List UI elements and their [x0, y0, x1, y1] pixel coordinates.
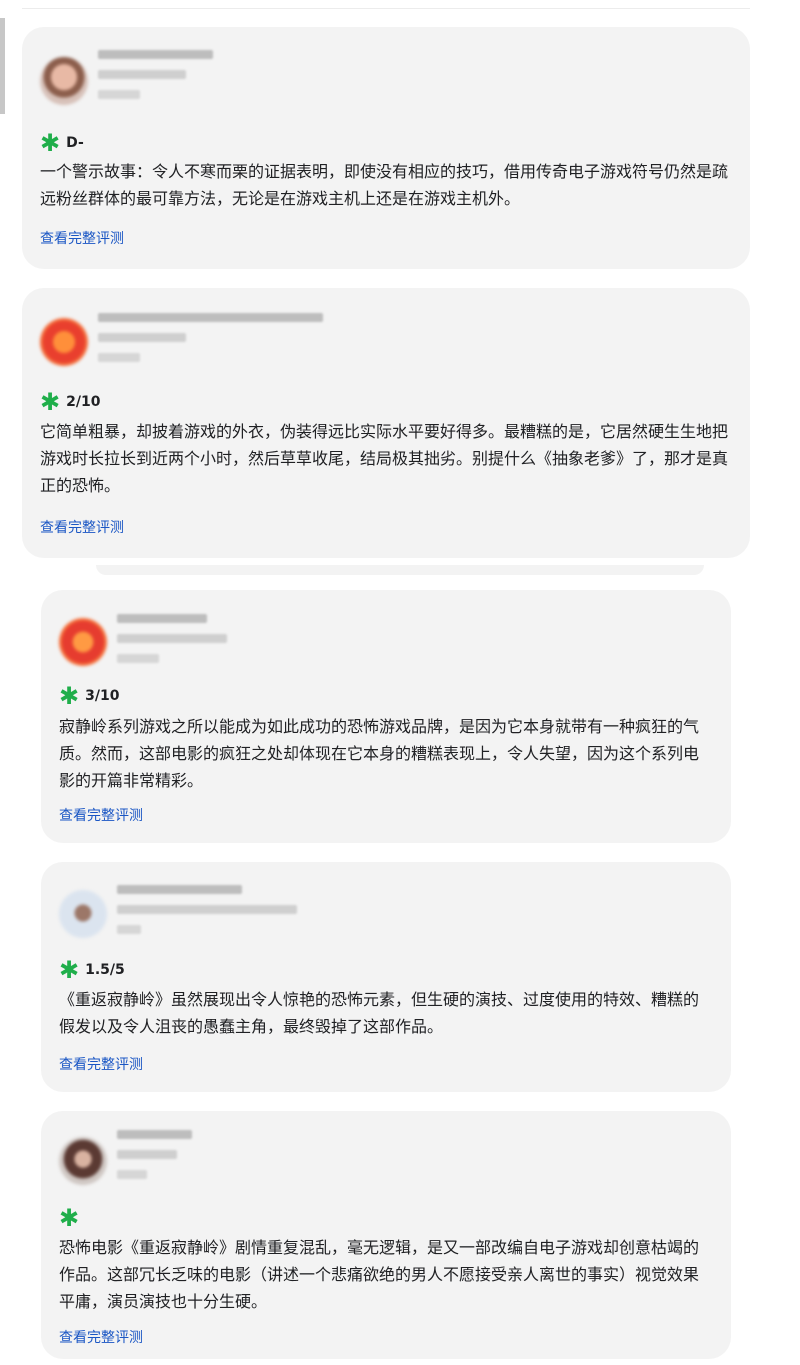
- avatar: [59, 1137, 107, 1185]
- rating: ✱ 2/10: [40, 388, 101, 416]
- green-asterisk-icon: ✱: [59, 956, 80, 984]
- review-quote: 一个警示故事：令人不寒而栗的证据表明，即使没有相应的技巧，借用传奇电子游戏符号仍…: [40, 162, 729, 208]
- avatar: [59, 618, 107, 666]
- reviewer-info-blurred: [98, 50, 213, 110]
- reviewer-info-blurred: [117, 885, 297, 945]
- review-quote: 《重返寂静岭》虽然展现出令人惊艳的恐怖元素，但生硬的演技、过度使用的特效、糟糕的…: [59, 990, 700, 1036]
- rating-value: 3/10: [85, 688, 120, 704]
- avatar: [59, 890, 107, 938]
- avatar: [40, 57, 88, 105]
- rating: ✱ 3/10: [59, 682, 120, 710]
- scrollbar-thumb[interactable]: [0, 18, 5, 114]
- green-asterisk-icon: ✱: [59, 1204, 80, 1232]
- review-card: ✱ 2/10 它简单粗暴，却披着游戏的外衣，伪装得远比实际水平要好得多。最糟糕的…: [22, 288, 750, 558]
- rating-value: 2/10: [66, 394, 101, 410]
- read-full-review-link[interactable]: 查看完整评测: [59, 805, 143, 825]
- review-card: ✱ 3/10 寂静岭系列游戏之所以能成为如此成功的恐怖游戏品牌，是因为它本身就带…: [41, 590, 731, 843]
- review-card: ✱ D- 一个警示故事：令人不寒而栗的证据表明，即使没有相应的技巧，借用传奇电子…: [22, 27, 750, 269]
- collapsed-card-edge: [96, 565, 704, 575]
- read-full-review-link[interactable]: 查看完整评测: [59, 1054, 143, 1074]
- rating: ✱ 1.5/5: [59, 956, 125, 984]
- reviewer-info-blurred: [117, 1130, 192, 1190]
- review-card: ✱ 1.5/5 《重返寂静岭》虽然展现出令人惊艳的恐怖元素，但生硬的演技、过度使…: [41, 862, 731, 1092]
- review-quote: 它简单粗暴，却披着游戏的外衣，伪装得远比实际水平要好得多。最糟糕的是，它居然硬生…: [40, 422, 729, 495]
- read-full-review-link[interactable]: 查看完整评测: [59, 1327, 143, 1347]
- green-asterisk-icon: ✱: [59, 682, 80, 710]
- avatar: [40, 318, 88, 366]
- rating-value: 1.5/5: [85, 962, 125, 978]
- review-quote: 恐怖电影《重返寂静岭》剧情重复混乱，毫无逻辑，是又一部改编自电子游戏却创意枯竭的…: [59, 1238, 700, 1311]
- review-card: ✱ 恐怖电影《重返寂静岭》剧情重复混乱，毫无逻辑，是又一部改编自电子游戏却创意枯…: [41, 1111, 731, 1359]
- rating-value: D-: [66, 135, 84, 151]
- green-asterisk-icon: ✱: [40, 129, 61, 157]
- reviewer-info-blurred: [117, 614, 227, 674]
- green-asterisk-icon: ✱: [40, 388, 61, 416]
- top-divider: [22, 8, 750, 9]
- read-full-review-link[interactable]: 查看完整评测: [40, 228, 124, 248]
- rating: ✱: [59, 1204, 85, 1232]
- read-full-review-link[interactable]: 查看完整评测: [40, 517, 124, 537]
- rating: ✱ D-: [40, 129, 84, 157]
- reviewer-info-blurred: [98, 313, 323, 373]
- review-quote: 寂静岭系列游戏之所以能成为如此成功的恐怖游戏品牌，是因为它本身就带有一种疯狂的气…: [59, 717, 700, 790]
